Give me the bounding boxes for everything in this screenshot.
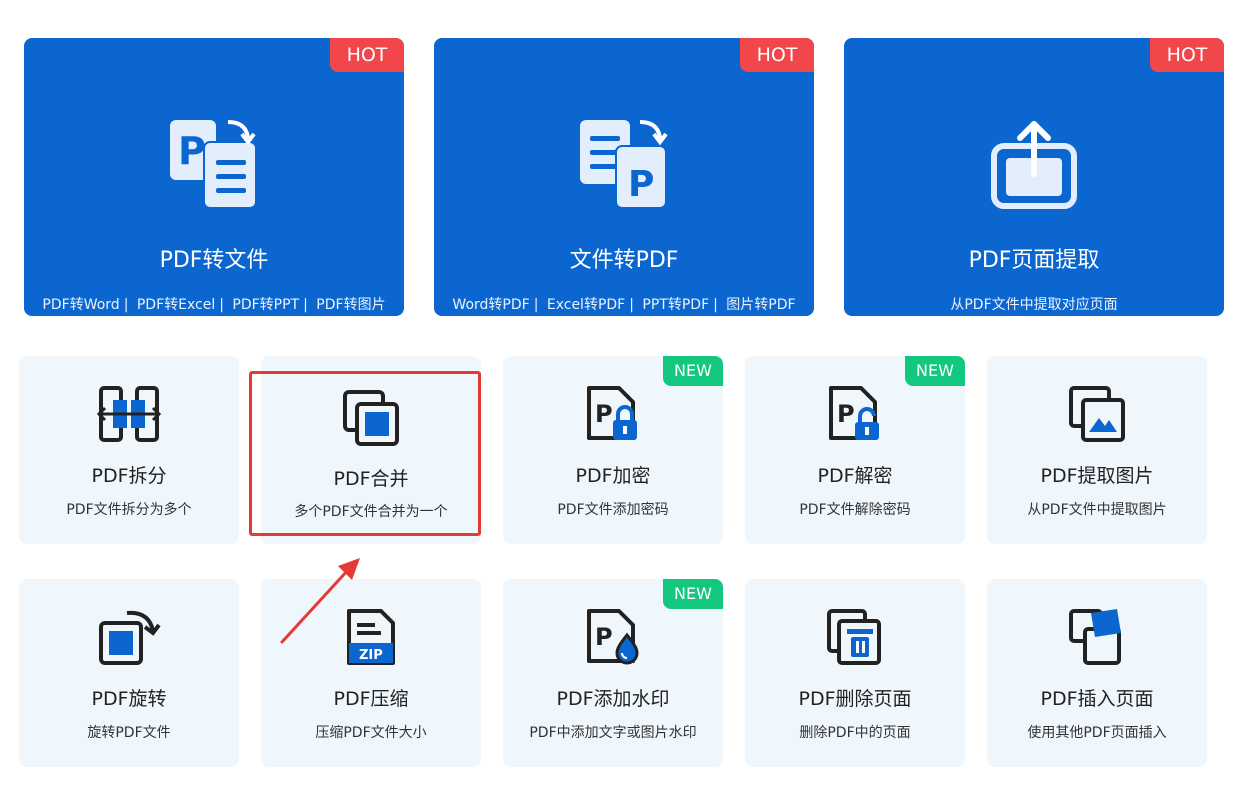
file-to-pdf-icon: P — [576, 116, 672, 216]
tool-desc: 压缩PDF文件大小 — [315, 725, 427, 741]
sub-links: PDF转Word | PDF转Excel | PDF转PPT | PDF转图片 — [42, 297, 386, 313]
tool-card-decrypt[interactable]: NEW P PDF解密 PDF文件解除密码 — [745, 356, 965, 544]
tool-title: PDF删除页面 — [798, 688, 912, 710]
tool-card-watermark[interactable]: NEW P PDF添加水印 PDF中添加文字或图片水印 — [503, 579, 723, 767]
unlock-icon: P — [825, 384, 885, 448]
split-icon — [96, 384, 162, 448]
svg-text:P: P — [178, 129, 206, 173]
link-excel-to-pdf[interactable]: Excel转PDF — [547, 297, 625, 313]
extract-page-icon — [986, 116, 1082, 216]
hot-badge: HOT — [740, 38, 814, 72]
tool-title: PDF添加水印 — [556, 688, 670, 710]
tool-title: PDF加密 — [575, 465, 651, 487]
tool-desc: 删除PDF中的页面 — [799, 725, 911, 741]
tool-desc: PDF文件拆分为多个 — [66, 502, 192, 518]
tool-title: PDF合并 — [333, 468, 409, 490]
tool-card-rotate[interactable]: PDF旋转 旋转PDF文件 — [19, 579, 239, 767]
link-pdf-to-ppt[interactable]: PDF转PPT — [232, 297, 299, 313]
hot-badge: HOT — [330, 38, 404, 72]
tool-card-encrypt[interactable]: NEW P PDF加密 PDF文件添加密码 — [503, 356, 723, 544]
new-badge: NEW — [905, 356, 965, 386]
zip-label: ZIP — [359, 648, 383, 663]
tool-title: PDF提取图片 — [1040, 465, 1154, 487]
tool-card-extract-image[interactable]: PDF提取图片 从PDF文件中提取图片 — [987, 356, 1207, 544]
svg-text:P: P — [628, 164, 654, 205]
link-pdf-to-image[interactable]: PDF转图片 — [316, 297, 385, 313]
tool-title: PDF解密 — [817, 465, 893, 487]
tool-desc: 使用其他PDF页面插入 — [1027, 725, 1167, 741]
tool-desc: PDF文件添加密码 — [557, 502, 669, 518]
card-title: PDF转文件 — [159, 248, 269, 273]
tool-desc: 旋转PDF文件 — [87, 725, 171, 741]
tool-desc: 多个PDF文件合并为一个 — [294, 504, 448, 520]
tool-card-merge[interactable]: PDF合并 多个PDF文件合并为一个 — [261, 356, 481, 544]
link-image-to-pdf[interactable]: 图片转PDF — [726, 297, 795, 313]
card-title: 文件转PDF — [569, 248, 679, 273]
new-badge: NEW — [663, 356, 723, 386]
tool-desc: PDF文件解除密码 — [799, 502, 911, 518]
tool-title: PDF插入页面 — [1040, 688, 1154, 710]
link-word-to-pdf[interactable]: Word转PDF — [452, 297, 529, 313]
tool-title: PDF拆分 — [91, 465, 167, 487]
sub-links: Word转PDF | Excel转PDF | PPT转PDF | 图片转PDF — [452, 297, 796, 313]
link-pdf-to-word[interactable]: PDF转Word — [42, 297, 119, 313]
tool-card-delete-page[interactable]: PDF删除页面 删除PDF中的页面 — [745, 579, 965, 767]
image-icon — [1067, 384, 1127, 448]
card-title: PDF页面提取 — [968, 248, 1100, 273]
watermark-icon: P — [583, 607, 643, 671]
merge-icon — [341, 388, 401, 452]
tool-card-split[interactable]: PDF拆分 PDF文件拆分为多个 — [19, 356, 239, 544]
tool-title: PDF压缩 — [333, 688, 409, 710]
hot-badge: HOT — [1150, 38, 1224, 72]
link-ppt-to-pdf[interactable]: PPT转PDF — [642, 297, 709, 313]
tool-card-insert-page[interactable]: PDF插入页面 使用其他PDF页面插入 — [987, 579, 1207, 767]
new-badge: NEW — [663, 579, 723, 609]
pdf-to-file-icon: P — [166, 116, 262, 216]
insert-page-icon — [1067, 607, 1127, 671]
card-file-to-pdf[interactable]: HOT P 文件转PDF Word转PDF | Excel转PDF | PPT转PD… — [434, 38, 814, 316]
svg-text:P: P — [837, 400, 855, 428]
svg-text:P: P — [595, 623, 613, 651]
lock-icon: P — [583, 384, 643, 448]
link-pdf-to-excel[interactable]: PDF转Excel — [137, 297, 215, 313]
tool-title: PDF旋转 — [91, 688, 167, 710]
pointer-arrow-icon — [278, 556, 362, 650]
tool-desc: 从PDF文件中提取图片 — [1027, 502, 1167, 518]
card-pdf-to-file[interactable]: HOT P PDF转文件 PDF转Word | PDF转Excel | PDF转PP… — [24, 38, 404, 316]
rotate-icon — [97, 607, 161, 671]
svg-text:P: P — [595, 400, 613, 428]
tool-desc: PDF中添加文字或图片水印 — [529, 725, 697, 741]
delete-page-icon — [825, 607, 885, 671]
card-extract-page[interactable]: HOT PDF页面提取 从PDF文件中提取对应页面 — [844, 38, 1224, 316]
card-desc: 从PDF文件中提取对应页面 — [950, 297, 1118, 313]
